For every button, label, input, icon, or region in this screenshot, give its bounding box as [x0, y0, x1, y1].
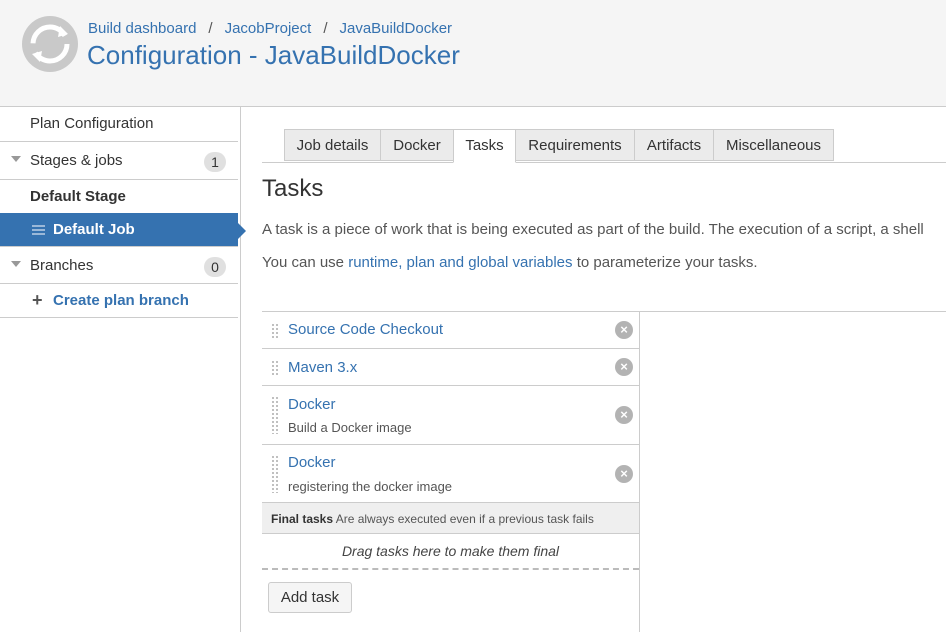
variables-hint: You can use runtime, plan and global var…	[262, 254, 758, 271]
drag-handle-icon[interactable]	[271, 323, 279, 339]
plus-icon: +	[32, 290, 43, 310]
breadcrumb-separator: /	[208, 20, 213, 37]
list-item[interactable]: Docker Build a Docker image ×	[262, 386, 639, 445]
delete-task-icon[interactable]: ×	[615, 358, 633, 376]
tab-miscellaneous[interactable]: Miscellaneous	[713, 129, 834, 161]
tasks-description: A task is a piece of work that is being …	[262, 221, 924, 238]
breadcrumb: Build dashboard / JacobProject / JavaBuildDo…	[88, 20, 452, 37]
variables-hint-prefix: You can use	[262, 254, 345, 271]
list-item[interactable]: Source Code Checkout ×	[262, 312, 639, 349]
divider	[640, 311, 946, 312]
delete-task-icon[interactable]: ×	[615, 406, 633, 424]
drag-handle-icon[interactable]	[271, 360, 279, 376]
sidebar-item-label: Plan Configuration	[30, 115, 154, 132]
bamboo-logo-icon	[22, 16, 78, 72]
tab-job-details[interactable]: Job details	[284, 129, 381, 161]
job-tabs: Job details Docker Tasks Requirements Ar…	[262, 129, 946, 163]
sidebar-item-label: Default Stage	[30, 188, 126, 205]
sidebar-item-branches[interactable]: Branches 0	[0, 246, 238, 284]
final-tasks-dropzone[interactable]: Drag tasks here to make them final	[262, 534, 639, 570]
sidebar-item-default-stage[interactable]: Default Stage	[0, 180, 238, 213]
page-header: Build dashboard / JacobProject / JavaBuildDo…	[0, 0, 946, 107]
job-icon	[32, 225, 45, 235]
final-tasks-header: Final tasks Are always executed even if …	[262, 503, 639, 534]
task-name[interactable]: Source Code Checkout	[288, 321, 443, 338]
collapse-triangle-icon[interactable]	[11, 261, 21, 267]
stages-count-badge: 1	[204, 152, 226, 172]
task-name[interactable]: Docker	[288, 396, 336, 413]
create-plan-branch-link[interactable]: + Create plan branch	[0, 284, 238, 318]
drag-handle-icon[interactable]	[271, 396, 279, 434]
task-description: registering the docker image	[288, 479, 453, 494]
active-indicator	[238, 223, 246, 239]
final-tasks-label: Final tasks	[271, 512, 334, 526]
drag-handle-icon[interactable]	[271, 455, 279, 493]
tab-artifacts[interactable]: Artifacts	[634, 129, 714, 161]
final-tasks-note: Are always executed even if a previous t…	[335, 512, 594, 526]
breadcrumb-separator: /	[323, 20, 328, 37]
sidebar-item-label: Branches	[30, 257, 94, 274]
sidebar-item-stages-jobs[interactable]: Stages & jobs 1	[0, 142, 238, 180]
list-item[interactable]: Maven 3.x ×	[262, 349, 639, 386]
variables-hint-suffix: to parameterize your tasks.	[576, 254, 758, 271]
list-item[interactable]: Docker registering the docker image ×	[262, 445, 639, 503]
task-name[interactable]: Maven 3.x	[288, 359, 357, 376]
task-list: Source Code Checkout × Maven 3.x × Docke…	[262, 311, 640, 632]
sidebar-item-plan-configuration[interactable]: Plan Configuration	[0, 107, 238, 142]
task-description: Build a Docker image	[288, 420, 412, 435]
tab-docker[interactable]: Docker	[380, 129, 454, 161]
page-title: Configuration - JavaBuildDocker	[87, 40, 460, 70]
section-heading: Tasks	[262, 175, 324, 202]
variables-link[interactable]: runtime, plan and global variables	[348, 254, 572, 271]
task-name[interactable]: Docker	[288, 454, 336, 471]
breadcrumb-plan[interactable]: JavaBuildDocker	[339, 20, 452, 37]
delete-task-icon[interactable]: ×	[615, 465, 633, 483]
delete-task-icon[interactable]: ×	[615, 321, 633, 339]
sidebar-item-label: Create plan branch	[53, 292, 189, 309]
sidebar-item-label: Default Job	[53, 221, 135, 238]
breadcrumb-build-dashboard[interactable]: Build dashboard	[88, 20, 196, 37]
sidebar-item-label: Stages & jobs	[30, 152, 123, 169]
tab-tasks[interactable]: Tasks	[453, 129, 516, 163]
tab-requirements[interactable]: Requirements	[515, 129, 635, 161]
collapse-triangle-icon[interactable]	[11, 156, 21, 162]
add-task-button[interactable]: Add task	[268, 582, 352, 613]
breadcrumb-project[interactable]: JacobProject	[225, 20, 312, 37]
sidebar: Plan Configuration Stages & jobs 1 Defau…	[0, 107, 246, 632]
branches-count-badge: 0	[204, 257, 226, 277]
sidebar-item-default-job[interactable]: Default Job	[0, 213, 246, 246]
